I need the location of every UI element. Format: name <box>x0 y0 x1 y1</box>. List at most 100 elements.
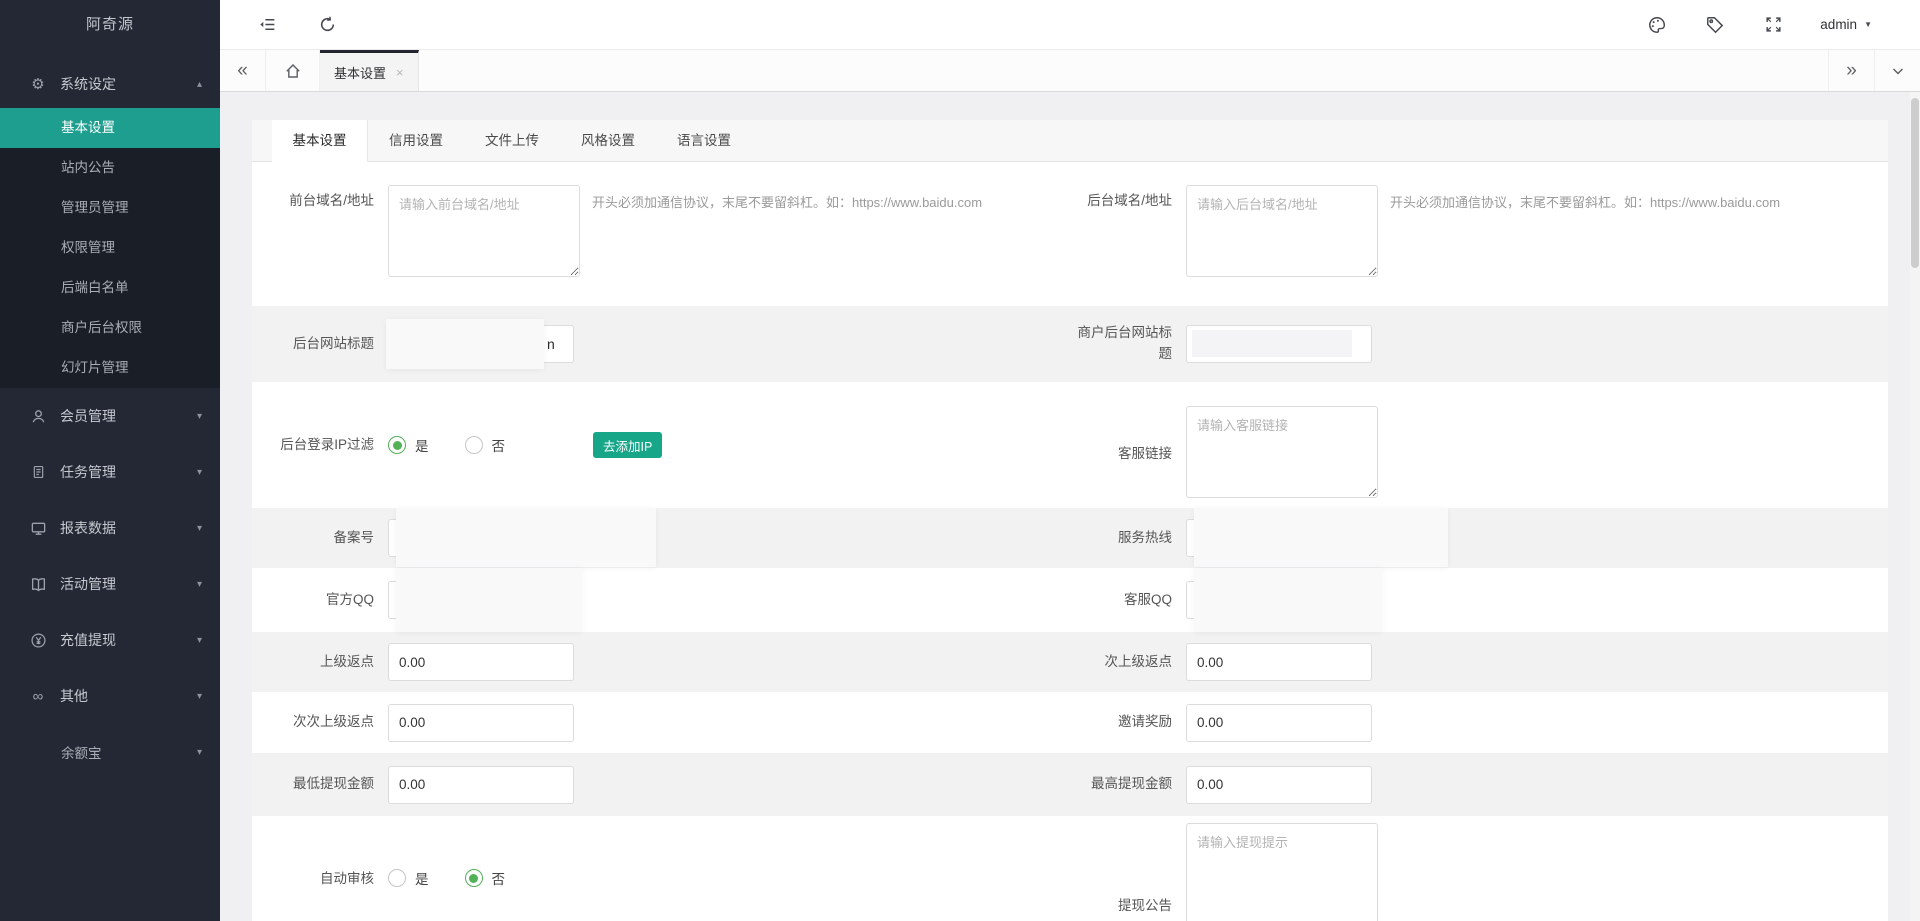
palette-icon[interactable] <box>1646 14 1668 36</box>
field-hint: 开头必须加通信协议，末尾不要留斜杠。如：https://www.baidu.co… <box>1390 192 1780 211</box>
auto-audit-radio-no[interactable]: 否 <box>465 868 506 888</box>
field-label: 后台登录IP过滤 <box>272 435 374 456</box>
form-row: 上级返点 次上级返点 <box>252 632 1888 692</box>
field-label: 次上级返点 <box>1070 652 1172 673</box>
user-menu[interactable]: admin ▼ <box>1820 17 1872 32</box>
refresh-icon[interactable] <box>316 14 338 36</box>
sidebar: 阿奇源 ⚙ 系统设定 ▴ 基本设置 站内公告 管理员管理 权限管理 后端白名单 … <box>0 0 220 921</box>
invite-reward-input[interactable] <box>1186 704 1372 742</box>
third-parent-rebate-input[interactable] <box>388 704 574 742</box>
sidebar-item-label: 报表数据 <box>60 518 116 538</box>
form-row: 官方QQ 客服QQ <box>252 568 1888 632</box>
tab-file-upload[interactable]: 文件上传 <box>464 120 560 161</box>
sidebar-item-system-settings[interactable]: ⚙ 系统设定 ▴ <box>0 60 220 108</box>
app-root: 阿奇源 ⚙ 系统设定 ▴ 基本设置 站内公告 管理员管理 权限管理 后端白名单 … <box>0 0 1920 921</box>
service-link-textarea[interactable] <box>1186 406 1378 498</box>
radio-label: 是 <box>415 868 429 888</box>
redacted-text-fragment: n <box>547 336 555 352</box>
sidebar-item-report-data[interactable]: 报表数据 ▾ <box>0 500 220 556</box>
field-label: 客服QQ <box>1070 590 1172 611</box>
sidebar-item-admin-management[interactable]: 管理员管理 <box>0 188 220 228</box>
chevron-down-icon: ▾ <box>197 467 202 478</box>
topbar: admin ▼ <box>220 0 1920 50</box>
tab-label: 基本设置 <box>334 63 386 82</box>
redaction-overlay <box>1194 568 1382 632</box>
ip-filter-radio-no[interactable]: 否 <box>465 435 506 455</box>
main-area: admin ▼ « 基本设置 × » <box>220 0 1920 921</box>
tabs-menu-chevron-down[interactable] <box>1874 50 1920 91</box>
page-scrollbar[interactable] <box>1910 92 1920 921</box>
report-icon <box>28 520 48 537</box>
tab-style-settings[interactable]: 风格设置 <box>560 120 656 161</box>
sidebar-item-member-management[interactable]: 会员管理 ▾ <box>0 388 220 444</box>
form-row: 前台域名/地址 开头必须加通信协议，末尾不要留斜杠。如：https://www.… <box>252 162 1888 306</box>
tab-language-settings[interactable]: 语言设置 <box>656 120 752 161</box>
sidebar-item-task-management[interactable]: 任务管理 ▾ <box>0 444 220 500</box>
collapse-sidebar-icon[interactable] <box>256 14 278 36</box>
ip-filter-radio-yes[interactable]: 是 <box>388 435 429 455</box>
field-label: 邀请奖励 <box>1070 712 1172 733</box>
infinity-icon: ∞ <box>28 688 48 705</box>
chevron-down-icon: ▾ <box>197 579 202 590</box>
chevron-up-icon: ▴ <box>197 79 202 90</box>
field-label: 官方QQ <box>272 590 374 611</box>
settings-card: 基本设置 信用设置 文件上传 风格设置 语言设置 前台域名/地址 开头必须加通信… <box>252 120 1888 921</box>
tabs-bar: « 基本设置 × » <box>220 50 1920 92</box>
redaction-overlay <box>1194 508 1448 567</box>
field-label: 前台域名/地址 <box>272 191 374 212</box>
sidebar-item-label: 任务管理 <box>60 462 116 482</box>
second-parent-rebate-input[interactable] <box>1186 643 1372 681</box>
field-label: 上级返点 <box>272 652 374 673</box>
sidebar-item-permission-management[interactable]: 权限管理 <box>0 228 220 268</box>
tag-icon[interactable] <box>1704 14 1726 36</box>
form-row: 后台登录IP过滤 是 否 去添加IP <box>252 382 1888 508</box>
min-withdraw-input[interactable] <box>388 766 574 804</box>
yen-circle-icon <box>28 632 48 649</box>
chevron-down-icon: ▾ <box>197 635 202 646</box>
sidebar-item-site-announcement[interactable]: 站内公告 <box>0 148 220 188</box>
home-icon[interactable] <box>266 50 320 91</box>
sidebar-item-backend-whitelist[interactable]: 后端白名单 <box>0 268 220 308</box>
tab-basic-settings[interactable]: 基本设置 <box>272 120 368 162</box>
redaction-overlay <box>386 319 544 369</box>
max-withdraw-input[interactable] <box>1186 766 1372 804</box>
sidebar-item-label: 充值提现 <box>60 630 116 650</box>
form-row: 次次上级返点 邀请奖励 <box>252 692 1888 753</box>
field-label: 最高提现金额 <box>1070 774 1172 795</box>
close-icon[interactable]: × <box>396 65 404 80</box>
open-tab-basic-settings[interactable]: 基本设置 × <box>320 50 419 91</box>
chevron-down-icon: ▾ <box>197 411 202 422</box>
form-row: 后台网站标题 n 商户后台网站标题 <box>252 306 1888 382</box>
sidebar-item-merchant-permissions[interactable]: 商户后台权限 <box>0 308 220 348</box>
back-domain-textarea[interactable] <box>1186 185 1378 277</box>
sidebar-item-recharge-withdraw[interactable]: 充值提现 ▾ <box>0 612 220 668</box>
radio-label: 否 <box>492 868 506 888</box>
document-icon <box>28 464 48 480</box>
settings-tab-strip: 基本设置 信用设置 文件上传 风格设置 语言设置 <box>252 120 1888 162</box>
sidebar-item-activity-management[interactable]: 活动管理 ▾ <box>0 556 220 612</box>
scroll-tabs-right-button[interactable]: » <box>1828 50 1874 91</box>
field-label: 客服链接 <box>1070 444 1172 465</box>
field-label: 最低提现金额 <box>272 774 374 795</box>
scrollbar-thumb[interactable] <box>1911 98 1919 268</box>
sidebar-item-slideshow-management[interactable]: 幻灯片管理 <box>0 348 220 388</box>
scroll-tabs-left-button[interactable]: « <box>220 50 266 91</box>
parent-rebate-input[interactable] <box>388 643 574 681</box>
front-domain-textarea[interactable] <box>388 185 580 277</box>
sidebar-item-label: 其他 <box>60 686 88 706</box>
sidebar-item-label: 余额宝 <box>61 742 102 762</box>
withdraw-notice-textarea[interactable] <box>1186 823 1378 921</box>
fullscreen-icon[interactable] <box>1762 14 1784 36</box>
book-icon <box>28 576 48 593</box>
sidebar-item-other[interactable]: ∞ 其他 ▾ <box>0 668 220 724</box>
chevron-down-icon: ▾ <box>197 747 202 758</box>
tab-credit-settings[interactable]: 信用设置 <box>368 120 464 161</box>
sidebar-item-yuebao[interactable]: 余额宝 ▾ <box>0 724 220 780</box>
sidebar-item-basic-settings[interactable]: 基本设置 <box>0 108 220 148</box>
field-label: 后台网站标题 <box>272 334 374 355</box>
field-hint: 开头必须加通信协议，末尾不要留斜杠。如：https://www.baidu.co… <box>592 192 982 211</box>
radio-label: 是 <box>415 435 429 455</box>
content-area: 基本设置 信用设置 文件上传 风格设置 语言设置 前台域名/地址 开头必须加通信… <box>220 92 1920 921</box>
auto-audit-radio-yes[interactable]: 是 <box>388 868 429 888</box>
add-ip-button[interactable]: 去添加IP <box>593 432 662 458</box>
